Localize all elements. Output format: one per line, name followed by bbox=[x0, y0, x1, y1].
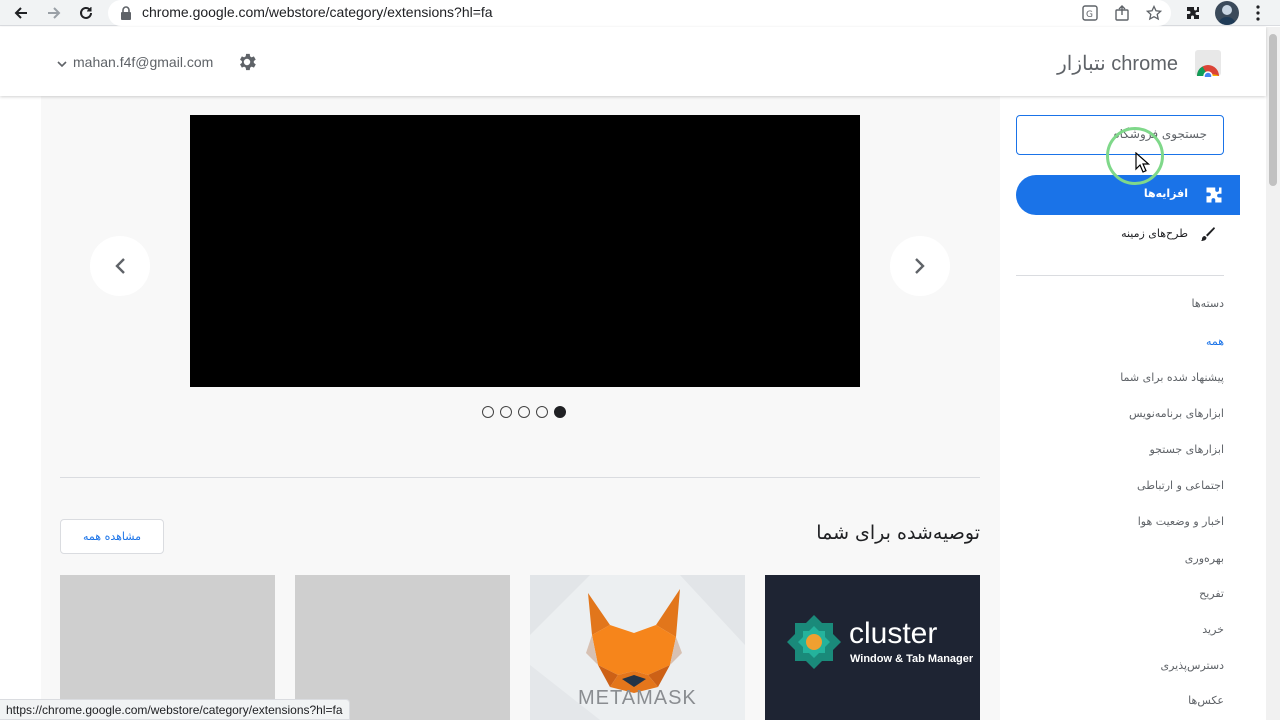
category-item[interactable]: ابزارهای جستجو bbox=[1149, 443, 1224, 456]
account-email: mahan.f4f@gmail.com bbox=[73, 54, 214, 70]
carousel-prev-button[interactable] bbox=[90, 236, 150, 296]
url-text: chrome.google.com/webstore/category/exte… bbox=[142, 4, 493, 20]
category-item[interactable]: تفریح bbox=[1199, 587, 1224, 600]
category-item[interactable]: عکس‌ها bbox=[1188, 694, 1224, 707]
scrollbar-thumb[interactable] bbox=[1269, 34, 1277, 186]
forward-icon[interactable] bbox=[42, 1, 66, 25]
store-header: mahan.f4f@gmail.com chrome نتبازار bbox=[0, 27, 1266, 96]
category-item[interactable]: خرید bbox=[1202, 623, 1224, 636]
section-title: توصیه‌شده برای شما bbox=[816, 522, 980, 544]
carousel-dot[interactable] bbox=[500, 406, 512, 418]
sidebar-item-label: طرح‌های زمینه bbox=[1121, 227, 1188, 240]
webstore-logo-icon[interactable] bbox=[1193, 49, 1223, 81]
back-icon[interactable] bbox=[9, 1, 33, 25]
menu-icon[interactable] bbox=[1246, 1, 1270, 25]
reload-icon[interactable] bbox=[74, 1, 98, 25]
carousel-dot[interactable] bbox=[482, 406, 494, 418]
category-item[interactable]: اخبار و وضعیت هوا bbox=[1138, 515, 1224, 528]
address-bar[interactable]: chrome.google.com/webstore/category/exte… bbox=[108, 0, 1171, 26]
extension-tile-metamask[interactable]: METAMASK bbox=[530, 575, 745, 720]
featured-carousel-slide[interactable] bbox=[190, 115, 860, 387]
cluster-subtitle: Window & Tab Manager bbox=[850, 653, 974, 665]
svg-text:G: G bbox=[1086, 10, 1093, 20]
translate-icon[interactable]: G bbox=[1080, 3, 1100, 23]
section-divider bbox=[60, 477, 980, 478]
page-scrollbar[interactable] bbox=[1266, 27, 1280, 720]
carousel-dot-active[interactable] bbox=[554, 406, 566, 418]
category-item[interactable]: بهره‌وری bbox=[1185, 552, 1224, 565]
sidebar-divider bbox=[1016, 275, 1224, 276]
carousel-dot[interactable] bbox=[518, 406, 530, 418]
extensions-icon[interactable] bbox=[1181, 1, 1205, 25]
mouse-cursor-icon bbox=[1135, 151, 1151, 178]
categories-heading: دسته‌ها bbox=[1191, 297, 1224, 310]
carousel-next-button[interactable] bbox=[890, 236, 950, 296]
cluster-title: cluster bbox=[849, 617, 938, 650]
sidebar-item-themes[interactable]: طرح‌های زمینه bbox=[1016, 215, 1240, 255]
lock-icon bbox=[120, 5, 132, 24]
extension-tile-cluster[interactable]: cluster Window & Tab Manager bbox=[765, 575, 980, 720]
view-all-button[interactable]: مشاهده همه bbox=[60, 519, 164, 554]
avatar[interactable] bbox=[1215, 1, 1239, 25]
metamask-title: METAMASK bbox=[578, 687, 697, 709]
carousel-dot[interactable] bbox=[536, 406, 548, 418]
chevron-down-icon bbox=[57, 54, 67, 70]
carousel-dots bbox=[482, 406, 566, 418]
gear-icon[interactable] bbox=[236, 51, 258, 77]
browser-toolbar: chrome.google.com/webstore/category/exte… bbox=[0, 0, 1280, 26]
category-all[interactable]: همه bbox=[1206, 335, 1224, 348]
status-bar-url: https://chrome.google.com/webstore/categ… bbox=[0, 699, 350, 720]
store-brand-title[interactable]: chrome نتبازار bbox=[1057, 51, 1178, 76]
category-item[interactable]: دسترس‌پذیری bbox=[1160, 659, 1224, 672]
star-icon[interactable] bbox=[1144, 3, 1164, 23]
category-item[interactable]: پیشنهاد شده برای شما bbox=[1120, 371, 1224, 384]
account-menu[interactable]: mahan.f4f@gmail.com bbox=[57, 54, 213, 70]
category-item[interactable]: اجتماعی و ارتباطی bbox=[1137, 479, 1224, 492]
sidebar-item-label: افزایه‌ها bbox=[1143, 187, 1188, 200]
puzzle-icon bbox=[1204, 185, 1224, 209]
category-item[interactable]: ابزارهای برنامه‌نویس bbox=[1129, 407, 1224, 420]
share-icon[interactable] bbox=[1112, 3, 1132, 23]
brush-icon bbox=[1200, 226, 1216, 246]
